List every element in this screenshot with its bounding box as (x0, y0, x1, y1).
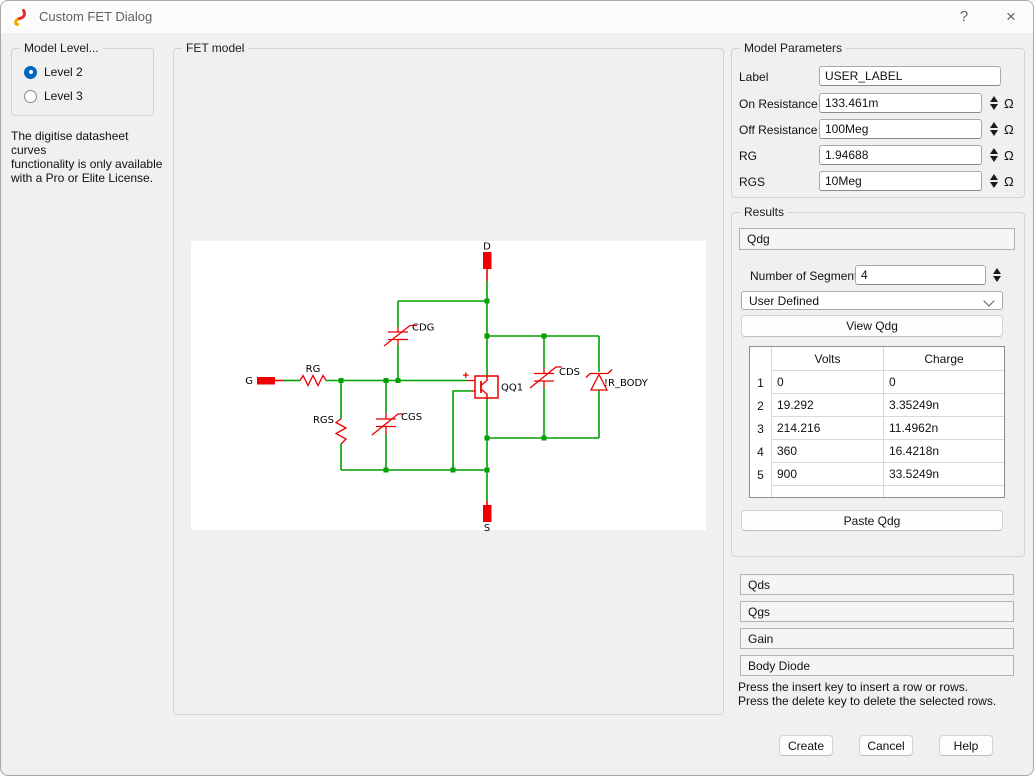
label-plus: + (463, 370, 469, 382)
title-bar: Custom FET Dialog ? × (1, 1, 1033, 33)
table-corner (750, 347, 771, 371)
cell-charge[interactable]: 16.4218n (883, 440, 1004, 463)
rgs-resistor (336, 419, 346, 444)
cancel-button[interactable]: Cancel (859, 735, 913, 756)
label-cds: CDS (559, 367, 580, 378)
fet-schematic: D G S RG RGS CDG CGS CDS QQ1 !R_BODY + (191, 241, 706, 530)
cell-volts[interactable]: 900 (771, 463, 883, 486)
terminal-d (483, 252, 492, 281)
custom-fet-dialog: Custom FET Dialog ? × Model Level... Lev… (0, 0, 1034, 776)
preset-dropdown[interactable]: User Defined (741, 291, 1003, 310)
cds-capacitor (530, 367, 562, 388)
rgs-unit: Ω (1004, 174, 1014, 189)
row-number[interactable]: 1 (750, 371, 771, 394)
qgs-section-button[interactable]: Qgs (740, 601, 1014, 622)
off-resistance-unit: Ω (1004, 122, 1014, 137)
view-qdg-button[interactable]: View Qdg (741, 315, 1003, 337)
on-resistance-input[interactable] (819, 93, 982, 113)
label-field-label: Label (739, 70, 768, 84)
row-number[interactable]: 3 (750, 417, 771, 440)
table-filler (771, 486, 883, 497)
cell-charge[interactable]: 11.4962n (883, 417, 1004, 440)
qdg-section-button[interactable]: Qdg (739, 228, 1015, 250)
label-s: S (484, 523, 490, 534)
terminal-g (257, 377, 284, 385)
on-resistance-label: On Resistance (739, 97, 818, 111)
rg-spinner[interactable] (986, 145, 1001, 165)
rgs-spinner[interactable] (986, 171, 1001, 191)
label-cdg: CDG (412, 323, 434, 334)
qds-section-button[interactable]: Qds (740, 574, 1014, 595)
cgs-capacitor (372, 413, 404, 435)
model-level-group-title: Model Level... (20, 41, 103, 55)
qq1-transistor (468, 376, 498, 398)
simetrix-logo-icon (12, 8, 31, 27)
qdg-table: Volts Charge 1 0 0 2 19.292 3.35249n 3 2… (749, 346, 1005, 498)
schematic-wires (284, 281, 599, 501)
rgs-label: RGS (739, 175, 765, 189)
radio-level-3-dot[interactable] (24, 90, 37, 103)
cell-volts[interactable]: 19.292 (771, 394, 883, 417)
rg-resistor (300, 376, 326, 386)
off-resistance-input[interactable] (819, 119, 982, 139)
label-rbody: !R_BODY (604, 378, 649, 389)
table-filler (750, 486, 771, 497)
table-filler (883, 486, 1004, 497)
label-g: G (245, 376, 253, 387)
window-close-button[interactable]: × (991, 1, 1031, 32)
model-parameters-title: Model Parameters (740, 41, 846, 55)
off-resistance-label: Off Resistance (739, 123, 817, 137)
fet-schematic-canvas: D G S RG RGS CDG CGS CDS QQ1 !R_BODY + (191, 241, 706, 530)
cell-charge[interactable]: 33.5249n (883, 463, 1004, 486)
on-resistance-unit: Ω (1004, 96, 1014, 111)
col-header-volts: Volts (771, 347, 883, 371)
license-note: The digitise datasheet curves functional… (11, 129, 166, 185)
radio-level-2-dot[interactable] (24, 66, 37, 79)
label-qq1: QQ1 (501, 383, 523, 394)
rg-input[interactable] (819, 145, 982, 165)
paste-qdg-button[interactable]: Paste Qdg (741, 510, 1003, 531)
label-rg: RG (306, 364, 321, 375)
radio-level-3[interactable]: Level 3 (24, 89, 83, 103)
row-number[interactable]: 2 (750, 394, 771, 417)
create-button[interactable]: Create (779, 735, 833, 756)
rgs-input[interactable] (819, 171, 982, 191)
segments-label: Number of Segments (750, 269, 863, 283)
cell-charge[interactable]: 0 (883, 371, 1004, 394)
radio-level-2[interactable]: Level 2 (24, 65, 83, 79)
window-title: Custom FET Dialog (39, 9, 152, 24)
label-d: D (483, 242, 491, 253)
window-help-button[interactable]: ? (944, 1, 984, 32)
cell-volts[interactable]: 0 (771, 371, 883, 394)
cell-volts[interactable]: 214.216 (771, 417, 883, 440)
gain-section-button[interactable]: Gain (740, 628, 1014, 649)
rg-unit: Ω (1004, 148, 1014, 163)
results-title: Results (740, 205, 788, 219)
radio-level-2-label: Level 2 (44, 65, 83, 79)
label-rgs: RGS (313, 415, 334, 426)
cell-volts[interactable]: 360 (771, 440, 883, 463)
terminal-s (483, 501, 492, 522)
cell-charge[interactable]: 3.35249n (883, 394, 1004, 417)
delete-row-hint: Press the delete key to delete the selec… (738, 694, 996, 708)
segments-spinner[interactable] (989, 265, 1004, 285)
col-header-charge: Charge (883, 347, 1004, 371)
row-number[interactable]: 5 (750, 463, 771, 486)
label-input[interactable] (819, 66, 1001, 86)
row-number[interactable]: 4 (750, 440, 771, 463)
chevron-down-icon (983, 295, 994, 306)
label-cgs: CGS (401, 412, 422, 423)
off-resistance-spinner[interactable] (986, 119, 1001, 139)
rg-label: RG (739, 149, 757, 163)
body-diode-section-button[interactable]: Body Diode (740, 655, 1014, 676)
preset-dropdown-value: User Defined (749, 294, 819, 308)
model-level-group: Model Level... Level 2 Level 3 (11, 48, 154, 116)
fet-model-group-title: FET model (182, 41, 248, 55)
radio-level-3-label: Level 3 (44, 89, 83, 103)
insert-row-hint: Press the insert key to insert a row or … (738, 680, 968, 694)
on-resistance-spinner[interactable] (986, 93, 1001, 113)
help-button[interactable]: Help (939, 735, 993, 756)
segments-input[interactable] (855, 265, 986, 285)
